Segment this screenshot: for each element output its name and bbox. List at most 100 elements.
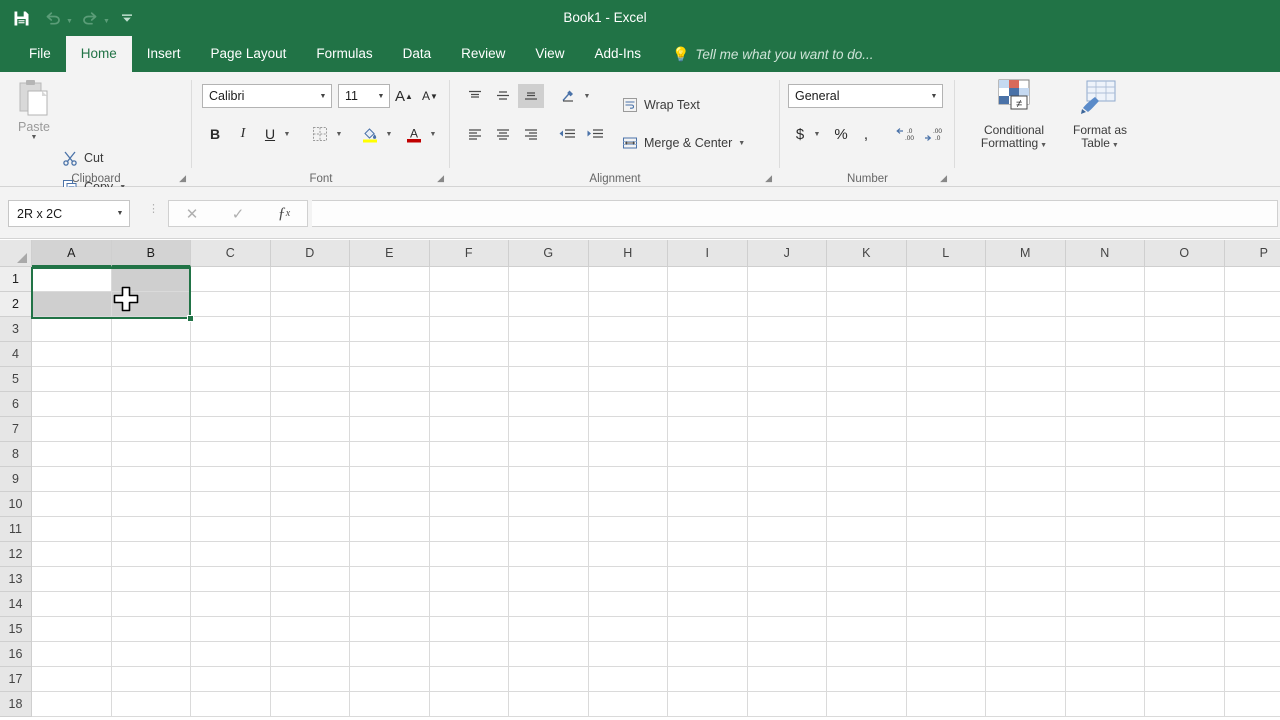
cell-o16[interactable]	[1145, 642, 1225, 667]
borders-button[interactable]	[308, 122, 332, 146]
cell-f3[interactable]	[429, 317, 509, 342]
tab-home[interactable]: Home	[65, 36, 132, 72]
cell-g2[interactable]	[509, 292, 589, 317]
cell-g9[interactable]	[509, 467, 589, 492]
confirm-icon[interactable]: ✓	[215, 201, 261, 226]
cell-g6[interactable]	[509, 392, 589, 417]
column-header-m[interactable]: M	[986, 240, 1066, 267]
merge-center-dropdown-icon[interactable]: ▼	[738, 140, 745, 147]
cell-d12[interactable]	[270, 542, 350, 567]
cell-b6[interactable]	[111, 392, 191, 417]
tab-view[interactable]: View	[520, 36, 579, 72]
cell-k14[interactable]	[827, 592, 907, 617]
cell-f15[interactable]	[429, 617, 509, 642]
cell-p11[interactable]	[1224, 517, 1280, 542]
cell-h17[interactable]	[588, 667, 668, 692]
cell-e7[interactable]	[350, 417, 430, 442]
name-box[interactable]: 2R x 2C ▼	[8, 200, 130, 227]
cell-m6[interactable]	[986, 392, 1066, 417]
cell-g11[interactable]	[509, 517, 589, 542]
cell-l2[interactable]	[906, 292, 986, 317]
column-header-b[interactable]: B	[111, 240, 191, 267]
cell-j11[interactable]	[747, 517, 827, 542]
cell-o5[interactable]	[1145, 367, 1225, 392]
font-dialog-launcher[interactable]: ◢	[437, 174, 444, 183]
cell-n5[interactable]	[1065, 367, 1145, 392]
column-header-n[interactable]: N	[1065, 240, 1145, 267]
font-color-dropdown-icon[interactable]: ▼	[426, 124, 440, 144]
cell-h1[interactable]	[588, 267, 668, 292]
cell-l12[interactable]	[906, 542, 986, 567]
cell-i1[interactable]	[668, 267, 748, 292]
cell-h5[interactable]	[588, 367, 668, 392]
cell-i17[interactable]	[668, 667, 748, 692]
number-dialog-launcher[interactable]: ◢	[940, 174, 947, 183]
row-header-2[interactable]: 2	[0, 292, 32, 317]
cell-m1[interactable]	[986, 267, 1066, 292]
cell-a17[interactable]	[32, 667, 112, 692]
cell-d1[interactable]	[270, 267, 350, 292]
cell-d6[interactable]	[270, 392, 350, 417]
row-header-5[interactable]: 5	[0, 367, 32, 392]
cell-b7[interactable]	[111, 417, 191, 442]
cell-p10[interactable]	[1224, 492, 1280, 517]
cell-e17[interactable]	[350, 667, 430, 692]
cell-b9[interactable]	[111, 467, 191, 492]
font-name-combo[interactable]: Calibri ▼	[202, 84, 332, 108]
increase-indent-button[interactable]	[582, 122, 608, 146]
cell-h3[interactable]	[588, 317, 668, 342]
cell-k7[interactable]	[827, 417, 907, 442]
currency-dropdown-icon[interactable]: ▼	[810, 124, 824, 144]
cell-e11[interactable]	[350, 517, 430, 542]
cell-a7[interactable]	[32, 417, 112, 442]
tab-data[interactable]: Data	[388, 36, 447, 72]
cell-m10[interactable]	[986, 492, 1066, 517]
cell-h13[interactable]	[588, 567, 668, 592]
cell-d7[interactable]	[270, 417, 350, 442]
column-header-o[interactable]: O	[1145, 240, 1225, 267]
merge-center-button[interactable]: Merge & Center ▼	[622, 135, 745, 151]
cell-d8[interactable]	[270, 442, 350, 467]
cell-c7[interactable]	[191, 417, 271, 442]
cell-o13[interactable]	[1145, 567, 1225, 592]
spreadsheet-grid[interactable]: ABCDEFGHIJKLMNOP 1 2 3 4 5 6 7 8 9 10 11 12 13 14 15 16…	[0, 240, 1280, 720]
cell-n8[interactable]	[1065, 442, 1145, 467]
tab-page-layout[interactable]: Page Layout	[196, 36, 302, 72]
cell-p14[interactable]	[1224, 592, 1280, 617]
chevron-down-icon[interactable]: ▼	[111, 210, 129, 217]
cell-p8[interactable]	[1224, 442, 1280, 467]
cell-c4[interactable]	[191, 342, 271, 367]
cell-a10[interactable]	[32, 492, 112, 517]
cell-o2[interactable]	[1145, 292, 1225, 317]
orientation-dropdown-icon[interactable]: ▼	[580, 86, 594, 106]
wrap-text-button[interactable]: Wrap Text	[622, 97, 700, 113]
cell-m5[interactable]	[986, 367, 1066, 392]
cell-e10[interactable]	[350, 492, 430, 517]
cell-b2[interactable]	[111, 292, 191, 317]
cell-d9[interactable]	[270, 467, 350, 492]
cell-g4[interactable]	[509, 342, 589, 367]
cell-k16[interactable]	[827, 642, 907, 667]
cell-b5[interactable]	[111, 367, 191, 392]
align-left-button[interactable]	[462, 122, 488, 146]
row-header-14[interactable]: 14	[0, 592, 32, 617]
cell-d11[interactable]	[270, 517, 350, 542]
chevron-down-icon[interactable]: ▼	[373, 93, 389, 100]
row-header-7[interactable]: 7	[0, 417, 32, 442]
cell-n12[interactable]	[1065, 542, 1145, 567]
cell-f5[interactable]	[429, 367, 509, 392]
cell-l6[interactable]	[906, 392, 986, 417]
cell-h18[interactable]	[588, 692, 668, 717]
cell-j16[interactable]	[747, 642, 827, 667]
column-header-d[interactable]: D	[270, 240, 350, 267]
cell-f7[interactable]	[429, 417, 509, 442]
cell-h2[interactable]	[588, 292, 668, 317]
cell-i11[interactable]	[668, 517, 748, 542]
cell-i5[interactable]	[668, 367, 748, 392]
cell-g17[interactable]	[509, 667, 589, 692]
cell-j4[interactable]	[747, 342, 827, 367]
row-header-3[interactable]: 3	[0, 317, 32, 342]
cell-f16[interactable]	[429, 642, 509, 667]
grow-font-button[interactable]: A ▲	[392, 84, 416, 108]
cell-n15[interactable]	[1065, 617, 1145, 642]
